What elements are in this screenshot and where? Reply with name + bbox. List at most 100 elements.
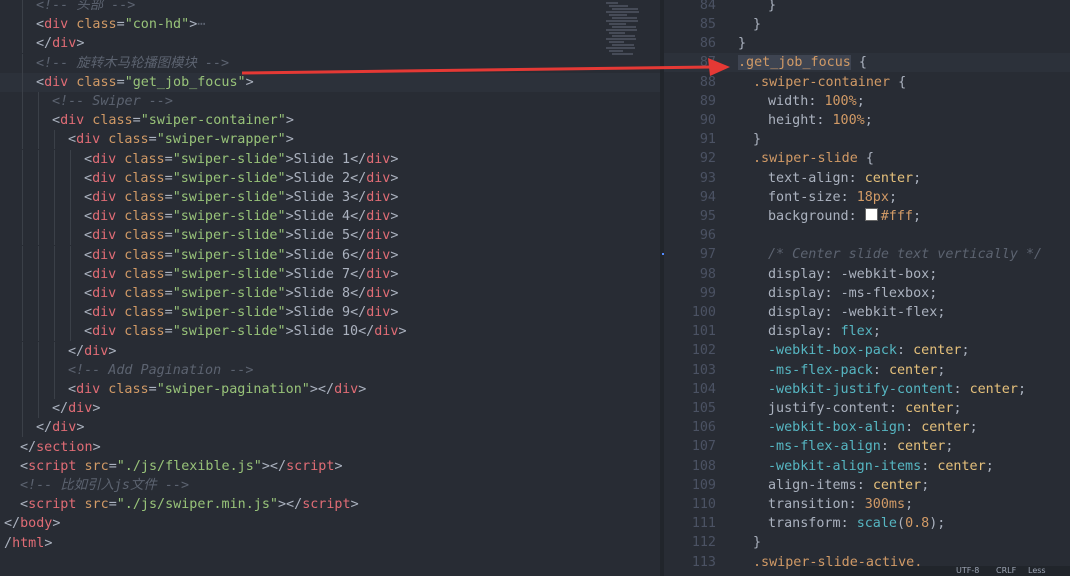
code-line[interactable]: </div> [36,34,84,53]
line-number[interactable]: 104 [664,380,716,399]
code-line[interactable]: .get_job_focus { [738,53,867,72]
line-number[interactable]: 89 [664,92,716,111]
code-line[interactable]: display: flex; [768,322,881,341]
code-line[interactable]: -ms-flex-pack: center; [768,361,945,380]
code-token: { [850,55,867,71]
code-line[interactable]: <div class="swiper-slide">Slide 3</div> [84,188,398,207]
code-line[interactable]: .swiper-slide { [753,149,874,168]
code-line[interactable]: transform: scale(0.8); [768,514,945,533]
code-line[interactable]: } [738,34,746,53]
line-number[interactable]: 106 [664,418,716,437]
html-editor-pane[interactable]: <!-- 头部 --> <div class="con-hd">⋯ </div> <!… [0,0,660,576]
code-token: : [921,458,938,474]
line-number[interactable]: 108 [664,457,716,476]
line-number[interactable]: 86 [664,34,716,53]
code-line[interactable]: display: -webkit-flex; [768,303,945,322]
line-number[interactable]: 96 [664,226,716,245]
code-line[interactable]: justify-content: center; [768,399,962,418]
code-line[interactable]: -webkit-align-items: center; [768,457,994,476]
line-number[interactable]: 111 [664,514,716,533]
line-number[interactable]: 101 [664,322,716,341]
code-line[interactable]: /* Center slide text vertically */ [768,245,1042,264]
code-line[interactable]: /html> [4,534,52,553]
code-line[interactable]: background: #fff; [768,207,921,226]
code-line[interactable]: <div class="swiper-slide">Slide 1</div> [84,150,398,169]
encoding-status[interactable]: UTF-8 [956,566,979,576]
code-line[interactable]: <!-- Add Pagination --> [68,361,253,380]
code-line[interactable]: <div class="swiper-slide">Slide 8</div> [84,284,398,303]
code-line[interactable]: <div class="swiper-pagination"></div> [68,380,366,399]
code-token: -webkit-box [840,266,930,282]
code-line[interactable]: -webkit-box-align: center; [768,418,978,437]
code-line[interactable]: transition: 300ms; [768,495,913,514]
line-number[interactable]: 100 [664,303,716,322]
minimap[interactable] [606,0,646,60]
code-line[interactable]: </div> [52,399,100,418]
code-line[interactable]: <!-- 比如引入js文件 --> [20,476,189,495]
code-line[interactable]: <!-- 头部 --> [36,0,135,15]
less-editor-pane[interactable]: 84} 85} 86} 87 .get_job_focus { 88 .swiper-con… [664,0,1070,576]
line-number[interactable]: 94 [664,188,716,207]
code-line[interactable]: </body> [4,514,60,533]
line-number[interactable]: 93 [664,169,716,188]
code-line[interactable]: <div class="swiper-slide">Slide 7</div> [84,265,398,284]
code-line[interactable]: <div class="swiper-slide">Slide 6</div> [84,246,398,265]
line-number[interactable]: 112 [664,533,716,552]
code-line[interactable]: <div class="swiper-slide">Slide 4</div> [84,207,398,226]
line-number[interactable]: 103 [664,361,716,380]
code-line[interactable]: font-size: 18px; [768,188,897,207]
line-number[interactable]: 95 [664,207,716,226]
line-number[interactable]: 97 [664,245,716,264]
line-number[interactable]: 113 [664,553,716,572]
code-line[interactable]: <div class="swiper-wrapper"> [68,130,294,149]
line-number[interactable]: 84 [664,0,716,15]
code-line[interactable]: height: 100%; [768,111,873,130]
code-line[interactable]: <div class="swiper-container"> [52,111,294,130]
line-number[interactable]: 99 [664,284,716,303]
code-line[interactable]: </div> [36,418,84,437]
line-number[interactable]: 92 [664,149,716,168]
code-line[interactable]: display: -webkit-box; [768,265,937,284]
code-line[interactable]: <div class="swiper-slide">Slide 9</div> [84,303,398,322]
code-line[interactable]: <script src="./js/flexible.js"></script> [20,457,343,476]
line-number[interactable]: 87 [664,53,716,72]
code-line[interactable]: <!-- Swiper --> [52,92,173,111]
line-number[interactable]: 88 [664,73,716,92]
code-line[interactable]: -webkit-box-pack: center; [768,341,970,360]
line-number[interactable]: 107 [664,437,716,456]
code-line[interactable]: width: 100%; [768,92,865,111]
line-number[interactable]: 98 [664,265,716,284]
code-line[interactable]: } [753,130,761,149]
line-number[interactable]: 90 [664,111,716,130]
code-line[interactable]: align-items: center; [768,476,929,495]
indent-guide [54,188,55,207]
code-line[interactable]: <div class="get_job_focus"> [0,72,660,92]
code-line[interactable]: </section> [20,438,101,457]
code-token: align-items [768,477,857,493]
line-number[interactable]: 102 [664,341,716,360]
code-line[interactable]: display: -ms-flexbox; [768,284,937,303]
code-line[interactable]: } [753,15,761,34]
line-number[interactable]: 105 [664,399,716,418]
code-line[interactable]: <!-- 旋转木马轮播图模块 --> [36,54,229,73]
line-ending-status[interactable]: CRLF [996,566,1016,576]
code-line[interactable]: <div class="swiper-slide">Slide 5</div> [84,226,398,245]
line-number[interactable]: 110 [664,495,716,514]
line-number[interactable]: 85 [664,15,716,34]
code-line[interactable]: <div class="swiper-slide">Slide 2</div> [84,169,398,188]
line-number[interactable]: 109 [664,476,716,495]
code-line[interactable]: text-align: center; [768,169,921,188]
code-token: </ [358,324,375,340]
code-line[interactable]: </div> [68,342,116,361]
code-line[interactable]: } [768,0,776,15]
code-line[interactable]: <div class="con-hd">⋯ [36,15,205,34]
code-token: : [840,516,857,532]
code-line[interactable]: } [753,533,761,552]
code-line[interactable]: .swiper-container { [753,73,906,92]
line-number[interactable]: 91 [664,130,716,149]
code-line[interactable]: <div class="swiper-slide">Slide 10</div> [84,322,407,341]
code-line[interactable]: -webkit-justify-content: center; [768,380,1026,399]
grammar-status[interactable]: Less [1028,566,1046,576]
code-line[interactable]: <script src="./js/swiper.min.js"></scrip… [20,495,359,514]
code-line[interactable]: -ms-flex-align: center; [768,437,953,456]
